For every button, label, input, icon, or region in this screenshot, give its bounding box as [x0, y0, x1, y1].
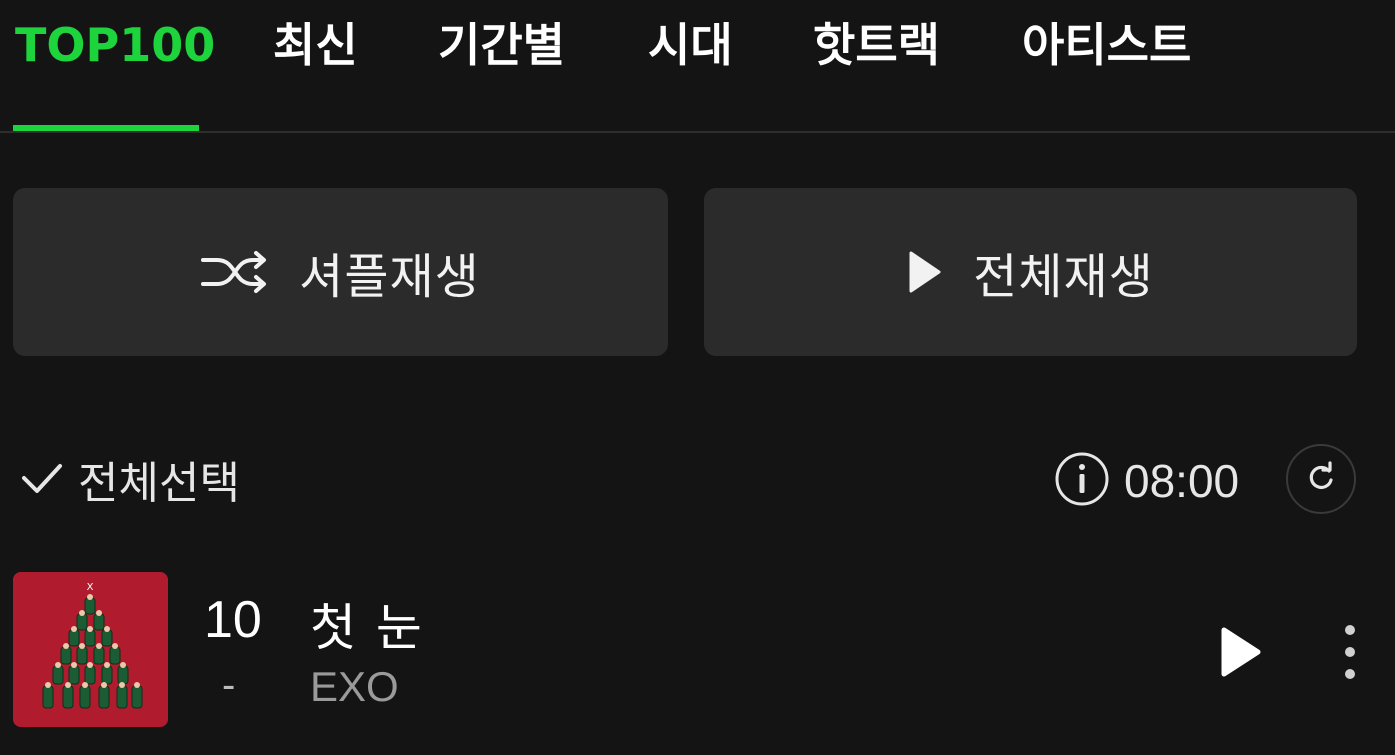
tab-latest[interactable]: 최신 — [273, 14, 358, 76]
select-all-toggle[interactable]: 전체선택 — [20, 448, 240, 510]
track-artist[interactable]: EXO — [310, 663, 399, 711]
check-icon — [20, 455, 64, 503]
info-icon[interactable] — [1054, 451, 1110, 511]
tab-artist[interactable]: 아티스트 — [1022, 14, 1191, 76]
track-row[interactable]: X 10 - 첫 눈 EXO — [0, 560, 1395, 740]
refresh-icon — [1305, 461, 1337, 497]
tab-era[interactable]: 시대 — [648, 14, 733, 76]
track-rank: 10 — [204, 591, 262, 649]
track-more-button[interactable] — [1333, 620, 1367, 684]
tab-by-period[interactable]: 기간별 — [438, 14, 565, 76]
play-icon — [907, 249, 943, 295]
album-art[interactable]: X — [13, 572, 168, 727]
update-time-text: 08:00 — [1124, 455, 1240, 507]
shuffle-play-button[interactable]: 셔플재생 — [13, 188, 668, 356]
track-title[interactable]: 첫 눈 — [310, 588, 424, 660]
track-play-button[interactable] — [1212, 622, 1268, 682]
rank-change: - — [222, 663, 236, 707]
chart-tab-bar: TOP100 최신 기간별 시대 핫트랙 아티스트 — [0, 0, 1395, 133]
play-all-button[interactable]: 전체재생 — [704, 188, 1357, 356]
refresh-button[interactable] — [1286, 444, 1356, 514]
svg-text:X: X — [87, 582, 94, 593]
play-all-label: 전체재생 — [973, 249, 1154, 305]
tab-hot-track[interactable]: 핫트랙 — [813, 14, 940, 76]
select-all-label: 전체선택 — [78, 458, 240, 509]
more-vertical-icon — [1333, 625, 1367, 688]
chart-update-time: 08:00 — [1054, 450, 1239, 512]
tab-top100[interactable]: TOP100 — [15, 14, 215, 76]
shuffle-play-label: 셔플재생 — [299, 249, 480, 305]
active-tab-indicator — [13, 125, 199, 131]
play-icon — [1212, 627, 1268, 686]
shuffle-icon — [201, 249, 269, 295]
